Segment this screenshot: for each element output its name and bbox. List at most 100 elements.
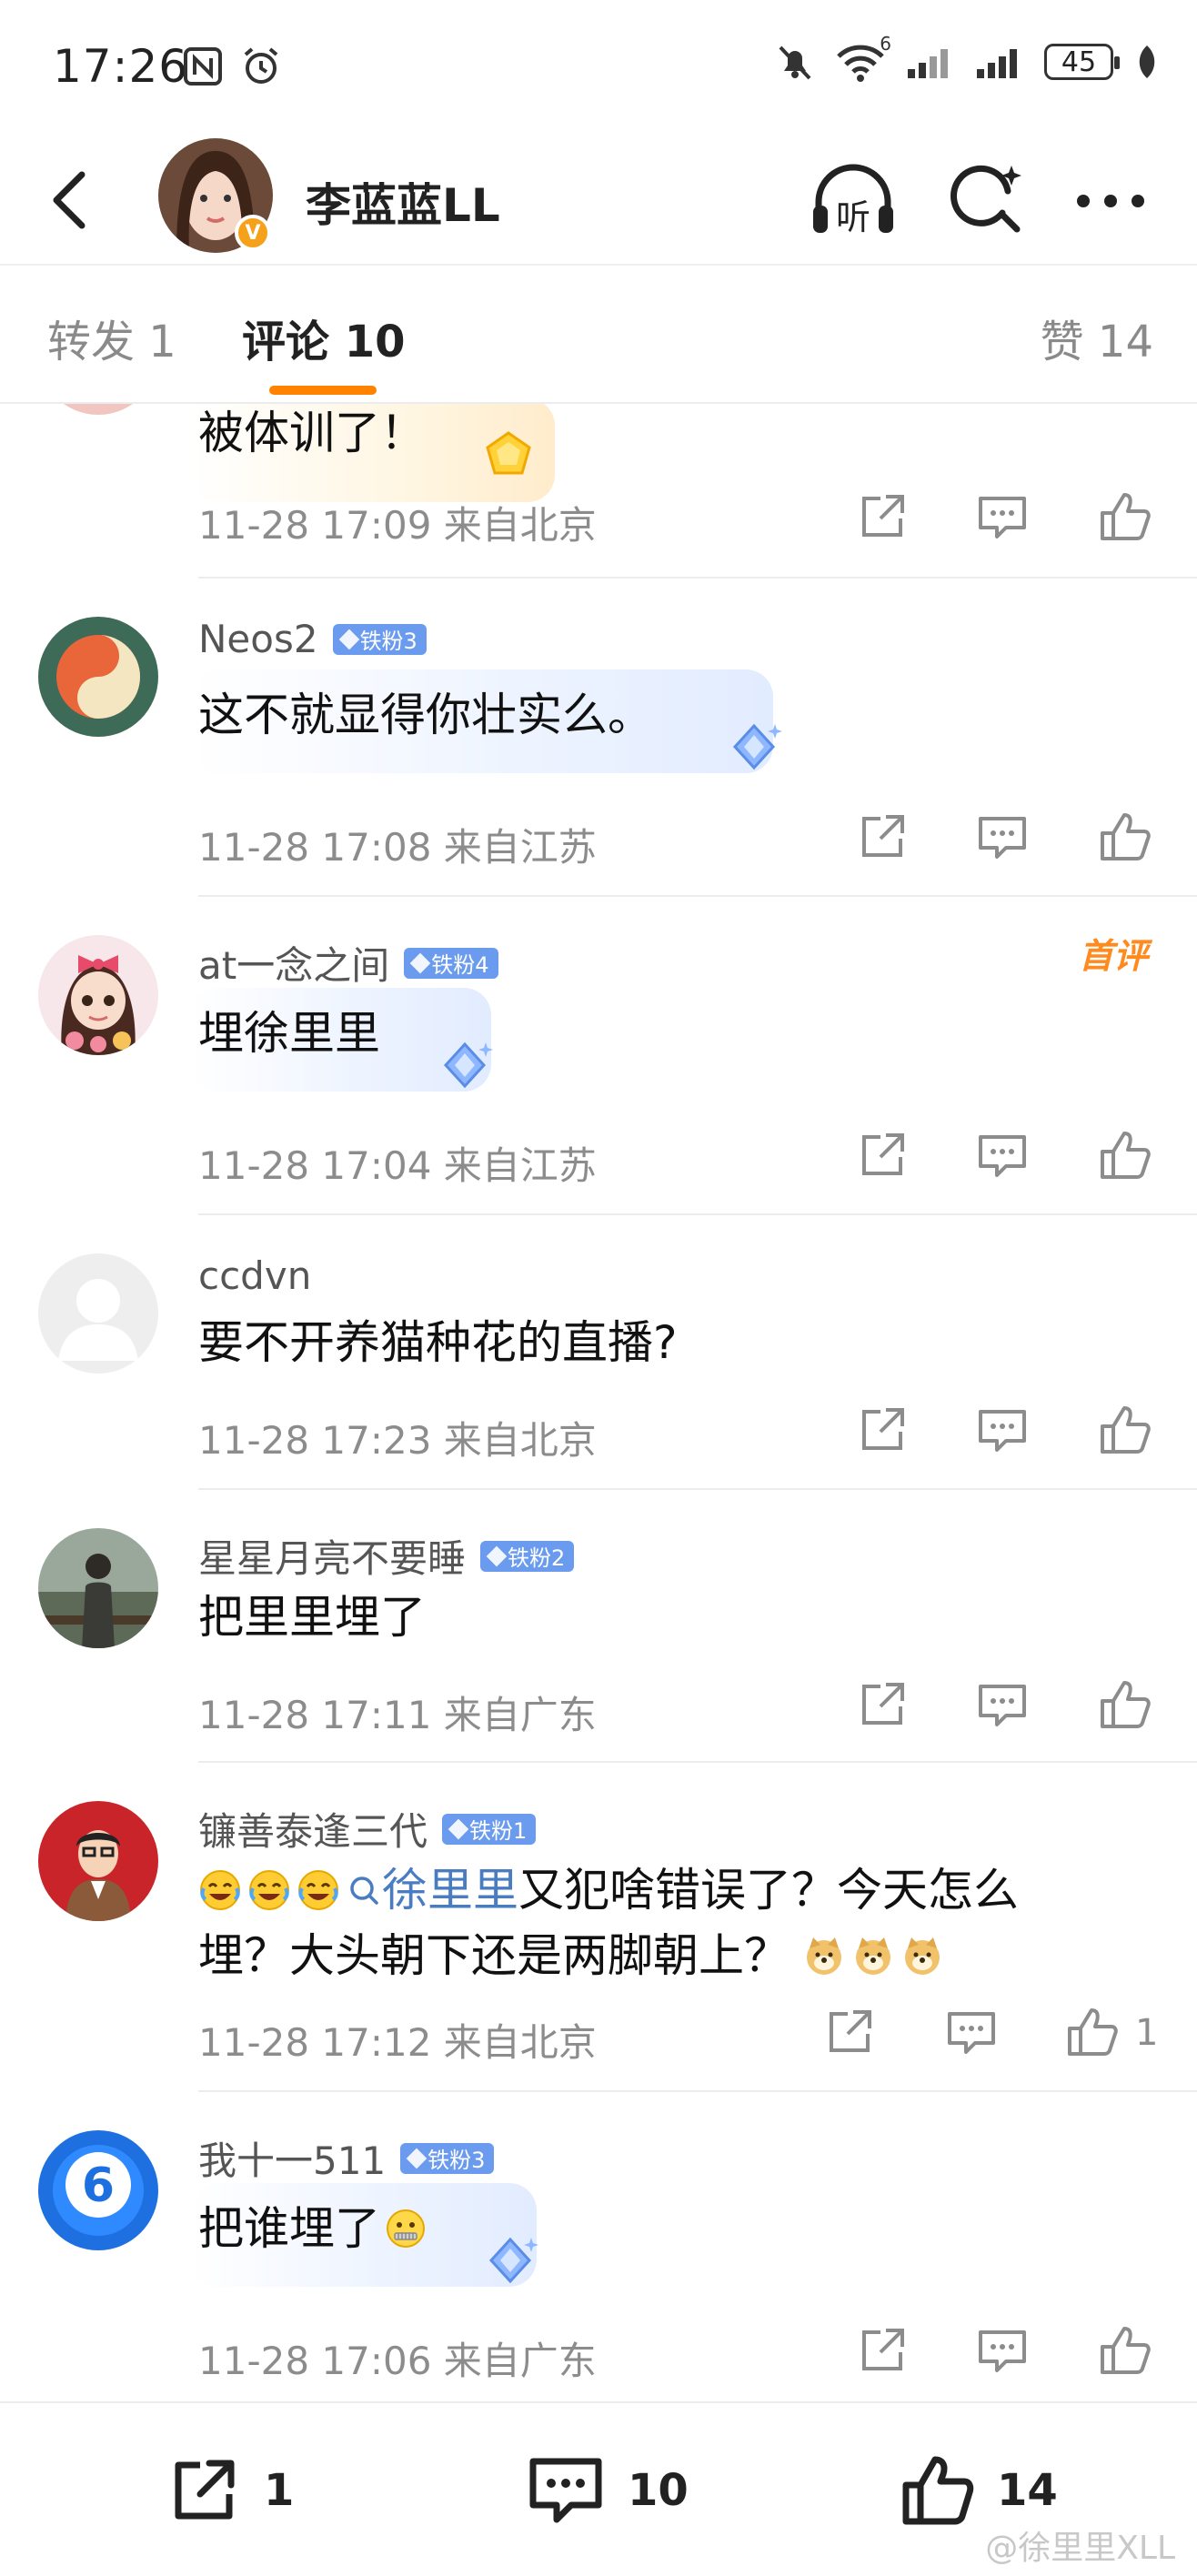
fan-badge-label: 铁粉3 <box>428 2148 486 2173</box>
comment-item: at一念之间 铁粉4 首评 埋徐里里 11-28 17:04 来自江苏 <box>0 897 1197 1215</box>
avatar[interactable] <box>38 404 158 415</box>
username[interactable]: 镰善泰逢三代 <box>198 1801 428 1857</box>
fan-badge-label: 铁粉1 <box>469 1818 528 1844</box>
share-icon[interactable] <box>853 808 911 866</box>
comment-button[interactable]: 10 <box>524 2450 689 2531</box>
more-icon[interactable] <box>1070 160 1152 242</box>
reply-icon[interactable] <box>973 488 1031 546</box>
fan-badge-label: 铁粉2 <box>508 1545 566 1571</box>
fan-badge: 铁粉1 <box>442 1813 537 1845</box>
diamond-badge-icon <box>435 1035 495 1095</box>
like-icon[interactable] <box>1095 1126 1153 1184</box>
like-icon[interactable] <box>1095 2321 1153 2380</box>
avatar[interactable] <box>38 1253 158 1374</box>
mention-link[interactable]: 徐里里 <box>382 1857 518 1923</box>
diamond-icon <box>448 1818 469 1839</box>
avatar[interactable] <box>38 1528 158 1648</box>
share-icon[interactable] <box>853 2321 911 2380</box>
share-icon[interactable] <box>820 2003 879 2061</box>
comment-list[interactable]: 被体训了！ 11-28 17:09 来自北京 Neos2 铁粉3 这不就显得你壮… <box>0 404 1197 2401</box>
tab-reposts[interactable]: 转发 1 <box>47 306 176 369</box>
like-icon[interactable] <box>1062 2003 1121 2061</box>
listen-icon[interactable]: 听 <box>810 160 893 242</box>
watermark: @徐里里XLL <box>985 2530 1175 2567</box>
diamond-icon <box>486 1545 508 1566</box>
reply-icon[interactable] <box>973 808 1031 866</box>
comment-text-line2-row: 埋？大头朝下还是两脚朝上？ <box>198 1923 944 1988</box>
comment-item: Neos2 铁粉3 这不就显得你壮实么。 11-28 17:08 来自江苏 <box>0 579 1197 897</box>
like-icon[interactable] <box>1095 1675 1153 1734</box>
comment-item: 星星月亮不要睡 铁粉2 把里里埋了 11-28 17:11 来自广东 <box>0 1490 1197 1763</box>
comment-item: 6 我十一511 铁粉3 把谁埋了 11-28 17:06 来自广东 <box>0 2092 1197 2401</box>
tab-likes[interactable]: 赞 14 <box>1041 306 1153 369</box>
alarm-icon <box>240 45 282 87</box>
verified-badge-icon: V <box>235 215 271 251</box>
battery-level: 45 <box>1061 45 1097 78</box>
wifi-icon: 6 <box>835 33 891 82</box>
fan-badge: 铁粉3 <box>332 623 427 655</box>
fan-badge: 铁粉4 <box>404 947 498 979</box>
avatar[interactable] <box>38 617 158 737</box>
user-row: 星星月亮不要睡 铁粉2 <box>198 1528 575 1584</box>
avatar[interactable]: 6 <box>38 2130 158 2250</box>
reply-icon[interactable] <box>973 1126 1031 1184</box>
leaf-icon <box>1133 44 1161 80</box>
share-icon[interactable] <box>853 488 911 546</box>
repost-icon <box>164 2450 244 2531</box>
tab-comments[interactable]: 评论 10 <box>242 306 406 369</box>
username[interactable]: 星星月亮不要睡 <box>198 1528 466 1584</box>
doge-emoji-icon <box>802 1934 944 1977</box>
nav-bar: V 李蓝蓝LL 听 <box>0 136 1197 264</box>
bottom-action-bar: 1 10 14 @徐里里XLL <box>0 2401 1197 2576</box>
tab-bar: 转发 1 评论 10 赞 14 <box>0 264 1197 404</box>
status-bar: 17:26 6 45 <box>0 0 1197 136</box>
user-row: Neos2 铁粉3 <box>198 617 427 661</box>
repost-button[interactable]: 1 <box>164 2450 294 2531</box>
comment-text-row: 把谁埋了 <box>198 2196 428 2261</box>
share-icon[interactable] <box>853 1675 911 1734</box>
user-row: 我十一511 铁粉3 <box>198 2130 495 2186</box>
comment-item-partial: 被体训了！ 11-28 17:09 来自北京 <box>0 404 1197 579</box>
like-icon[interactable] <box>1095 808 1153 866</box>
mention-search-icon <box>347 1872 380 1908</box>
avatar[interactable] <box>38 1801 158 1921</box>
mute-bell-icon <box>775 42 815 82</box>
comment-meta: 11-28 17:12 来自北京 <box>198 2020 597 2065</box>
username[interactable]: ccdvn <box>198 1253 311 1298</box>
listen-label: 听 <box>836 197 870 237</box>
avatar[interactable] <box>38 935 158 1055</box>
repost-count: 1 <box>264 2465 295 2516</box>
comment-meta: 11-28 17:06 来自广东 <box>198 2339 597 2383</box>
search-icon[interactable] <box>946 160 1028 242</box>
comment-meta: 11-28 17:11 来自广东 <box>198 1693 597 1737</box>
username[interactable]: at一念之间 <box>198 935 389 991</box>
username[interactable]: Neos2 <box>198 617 318 661</box>
laugh-cry-emoji-icon <box>198 1868 340 1912</box>
comment-meta: 11-28 17:08 来自江苏 <box>198 825 597 870</box>
reply-icon[interactable] <box>973 1401 1031 1459</box>
username[interactable]: 我十一511 <box>198 2130 386 2186</box>
battery-icon: 45 <box>1044 44 1120 80</box>
back-icon[interactable] <box>36 164 109 236</box>
comment-text: 这不就显得你壮实么。 <box>198 689 653 741</box>
like-icon[interactable] <box>1095 488 1153 546</box>
comment-count: 10 <box>628 2465 689 2516</box>
zip-mouth-emoji-icon <box>384 2207 428 2250</box>
reply-icon[interactable] <box>973 1675 1031 1734</box>
share-icon[interactable] <box>853 1401 911 1459</box>
comment-meta: 11-28 17:23 来自北京 <box>198 1418 597 1463</box>
comment-text: 徐里里 又犯啥错误了？今天怎么 <box>198 1857 1019 1923</box>
thumbs-up-icon <box>897 2450 977 2531</box>
user-row: at一念之间 铁粉4 <box>198 935 498 991</box>
like-button[interactable]: 14 <box>897 2450 1058 2531</box>
reply-icon[interactable] <box>973 2321 1031 2380</box>
page-title: 李蓝蓝LL <box>306 179 500 232</box>
avatar-digit: 6 <box>82 2158 115 2213</box>
reply-icon[interactable] <box>942 2003 1001 2061</box>
diamond-badge-icon <box>480 2230 540 2290</box>
status-time: 17:26 <box>53 40 189 93</box>
like-icon[interactable] <box>1095 1401 1153 1459</box>
comment-meta: 11-28 17:04 来自江苏 <box>198 1143 597 1188</box>
wifi-tag: 6 <box>880 33 891 55</box>
share-icon[interactable] <box>853 1126 911 1184</box>
